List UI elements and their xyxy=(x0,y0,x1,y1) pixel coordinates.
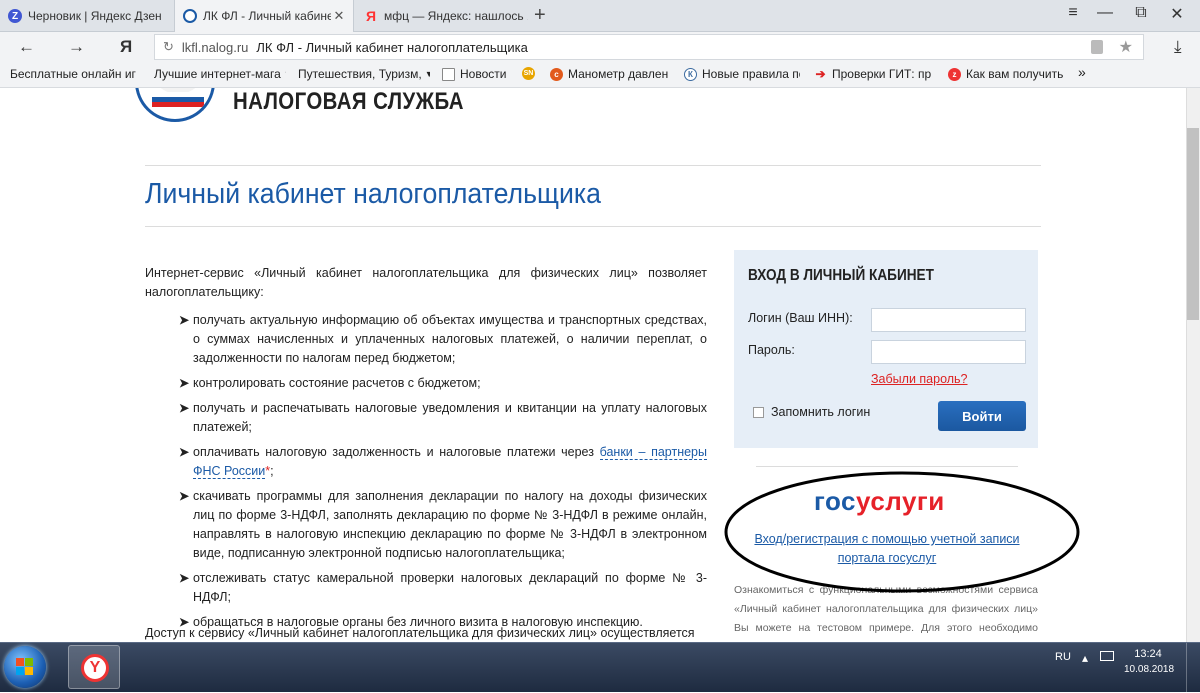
zen-icon: Z xyxy=(8,9,22,23)
tab-bar: Z Черновик | Яндекс Дзен ЛК ФЛ - Личный … xyxy=(0,0,1200,32)
zen-icon: z xyxy=(948,67,961,81)
tab-nalog[interactable]: ЛК ФЛ - Личный кабинет ✕ xyxy=(174,0,354,32)
address-domain: lkfl.nalog.ru xyxy=(181,39,249,55)
bookmark-site-icon: К xyxy=(684,67,697,81)
dropdown-icon: ▼ xyxy=(284,69,286,79)
yandex-browser-icon: Y xyxy=(81,654,109,682)
restore-button[interactable]: ⧉ xyxy=(1126,4,1156,22)
new-tab-button[interactable]: + xyxy=(534,4,546,27)
bookmark-item[interactable]: SN xyxy=(522,67,540,80)
bookmark-item[interactable]: Путешествия, Туризм, ▼ xyxy=(298,67,430,81)
page-content: НАЛОГОВАЯ СЛУЖБА Личный кабинет налогопл… xyxy=(0,88,1186,642)
back-button[interactable]: ← xyxy=(18,37,35,57)
address-bar: ← → Я ↻ lkfl.nalog.ru ЛК ФЛ - Личный каб… xyxy=(0,32,1200,62)
tab-title: ЛК ФЛ - Личный кабинет xyxy=(203,9,331,23)
bookmarks-bar: Бесплатные онлайн иг▼ Лучшие интернет-ма… xyxy=(0,62,1200,88)
clock-date[interactable]: 10.08.2018 xyxy=(1124,664,1174,675)
more-bookmarks-button[interactable]: » xyxy=(1078,64,1086,80)
close-window-button[interactable]: ✕ xyxy=(1162,4,1192,24)
scrollbar-thumb[interactable] xyxy=(1187,128,1199,320)
tab-yandex-search[interactable]: Я мфц — Яндекс: нашлось 10 xyxy=(356,0,528,32)
close-tab-icon[interactable]: ✕ xyxy=(331,8,347,24)
highlight-ellipse xyxy=(724,471,1080,593)
arrow-icon: ➔ xyxy=(815,67,826,81)
show-desktop-button[interactable] xyxy=(1186,643,1200,693)
bookmark-item[interactable]: z Как вам получить xyxy=(948,67,1064,81)
monitor-icon[interactable] xyxy=(1100,651,1114,661)
taskbar: Y RU ▴ 13:24 10.08.2018 xyxy=(0,642,1200,693)
tab-zen[interactable]: Z Черновик | Яндекс Дзен xyxy=(0,0,172,32)
yandex-home-icon[interactable]: Я xyxy=(120,37,132,57)
reload-icon[interactable]: ↻ xyxy=(163,39,174,55)
clock-time[interactable]: 13:24 xyxy=(1128,648,1168,660)
yandex-icon: Я xyxy=(365,8,377,24)
download-icon[interactable]: ⤓ xyxy=(1174,37,1182,57)
bookmark-item[interactable]: ➔ Проверки ГИТ: пр xyxy=(814,67,936,81)
network-icon[interactable]: ▴ xyxy=(1082,651,1088,665)
yandex-browser-taskbar-button[interactable]: Y xyxy=(68,645,120,689)
start-button[interactable] xyxy=(4,646,46,688)
minimize-button[interactable]: — xyxy=(1090,4,1120,22)
address-title: ЛК ФЛ - Личный кабинет налогоплательщика xyxy=(256,39,528,55)
menu-button[interactable]: ≡ xyxy=(1058,4,1088,22)
page-icon xyxy=(442,67,455,81)
bookmark-item[interactable]: c Манометр давлен xyxy=(550,67,668,81)
bookmark-item[interactable]: Новости xyxy=(442,67,506,81)
dropdown-icon: ▼ xyxy=(424,69,430,79)
nalog-icon xyxy=(183,9,197,23)
star-icon[interactable]: ★ xyxy=(1119,37,1133,57)
sn-icon: SN xyxy=(522,67,535,80)
dropdown-icon: ▼ xyxy=(139,69,140,79)
language-indicator[interactable]: RU xyxy=(1055,651,1071,663)
bookmark-item[interactable]: К Новые правила по xyxy=(684,67,800,81)
bookmark-site-icon: c xyxy=(550,67,563,81)
tab-title: Черновик | Яндекс Дзен xyxy=(28,9,162,23)
bookmark-item[interactable]: Лучшие интернет-мага▼ xyxy=(154,67,286,81)
tab-title: мфц — Яндекс: нашлось 10 xyxy=(384,9,528,23)
omnibox[interactable]: ↻ lkfl.nalog.ru ЛК ФЛ - Личный кабинет н… xyxy=(154,34,1144,60)
forward-button[interactable]: → xyxy=(68,37,85,57)
lock-icon[interactable] xyxy=(1091,40,1103,54)
bookmark-item[interactable]: Бесплатные онлайн иг▼ xyxy=(10,67,140,81)
